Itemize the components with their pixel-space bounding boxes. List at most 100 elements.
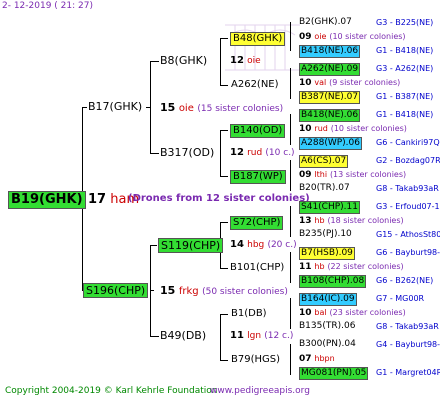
g4-info: 10 bal (23 sister colonies) [299, 307, 406, 319]
sire-info: 15 oie (15 sister colonies) [160, 101, 283, 116]
g4-info: 10 val (9 sister colonies) [299, 77, 400, 89]
g4-info: 10 rud (10 sister colonies) [299, 123, 407, 135]
g3-queen-b140[interactable]: B140(OD) [230, 124, 286, 138]
g3-queen-b79[interactable]: B79(HGS) [231, 354, 280, 366]
g4-number: 13 [299, 216, 312, 226]
g4-colonies: (13 sister colonies) [329, 170, 407, 179]
g4-colonies: (9 sister colonies) [329, 78, 401, 87]
g4-queen-top[interactable]: A262(NE).09 [299, 63, 361, 76]
g4-queen-top[interactable]: A6(CS).07 [299, 155, 349, 168]
connector [290, 114, 291, 145]
connector [150, 336, 159, 337]
g4-tag: val [314, 78, 327, 87]
connector [220, 360, 228, 361]
dam-colonies: (50 sister colonies) [202, 287, 288, 297]
connector [220, 38, 221, 85]
g2-info-b317: 12 rud (10 c.) [230, 147, 295, 159]
g2-info-s119: 14 hbg (20 c.) [230, 239, 297, 251]
connector [290, 68, 291, 99]
sire-queen[interactable]: B17(GHK) [88, 100, 142, 113]
connector [290, 252, 291, 283]
g4-lineage-bottom: G1 - B418(NE) [376, 46, 434, 55]
g4-number: 10 [299, 124, 312, 134]
g3-queen-a262[interactable]: A262(NE) [231, 79, 279, 91]
g4-queen-bottom[interactable]: B20(TR).07 [299, 183, 350, 194]
g4-lineage-bottom: G8 - Takab93aR [376, 322, 439, 331]
g4-lineage-bottom: G8 - Takab93aR [376, 184, 439, 193]
dam-tag: frkg [178, 286, 199, 297]
g4-colonies: (23 sister colonies) [329, 308, 406, 317]
connector [220, 130, 228, 131]
g3-queen-b187[interactable]: B187(WP) [230, 170, 286, 184]
g4-queen-bottom[interactable]: B418(NE).06 [299, 45, 361, 58]
g4-queen-top[interactable]: S41(CHP).11 [299, 201, 360, 214]
connector [150, 153, 159, 154]
g4-queen-bottom[interactable]: B387(NE).07 [299, 91, 361, 104]
g2-queen-s119[interactable]: S119(CHP) [158, 238, 224, 253]
connector [146, 107, 150, 108]
g4-info: 07 hbpn [299, 353, 335, 365]
g4-info: 09 lthi (13 sister colonies) [299, 169, 406, 181]
g4-number: 10 [299, 308, 312, 318]
g4-info: 13 hb (18 sister colonies) [299, 215, 404, 227]
copyright-text: Copyright 2004-2019 © Karl Kehrle Founda… [5, 386, 218, 396]
connector [220, 222, 228, 223]
g4-queen-top[interactable]: B418(NE).06 [299, 109, 361, 122]
g4-tag: oie [314, 32, 327, 41]
connector [290, 344, 291, 375]
connector [150, 290, 154, 291]
g2-number: 12 [230, 147, 244, 158]
connector [220, 176, 228, 177]
g4-queen-top[interactable]: B2(GHK).07 [299, 17, 352, 28]
g2-tag: oie [247, 56, 261, 66]
connector [220, 38, 228, 39]
g4-queen-top[interactable]: B300(PN).04 [299, 339, 356, 350]
g4-lineage-bottom: G6 - Cankiri97Q [376, 138, 440, 147]
g4-lineage-top: G7 - MG00R [376, 294, 425, 303]
root-queen[interactable]: B19(GHK) [8, 191, 86, 209]
g4-colonies: (10 sister colonies) [330, 124, 407, 133]
g3-queen-b101[interactable]: B101(CHP) [230, 262, 284, 274]
connector [150, 245, 157, 246]
g3-queen-s72[interactable]: S72(CHP) [230, 216, 284, 230]
g4-queen-bottom[interactable]: B108(CHP).08 [299, 275, 367, 288]
g4-lineage-bottom: G15 - AthosSt80R [376, 230, 440, 239]
g4-colonies: (18 sister colonies) [327, 216, 404, 225]
g2-tag: lgn [247, 331, 262, 341]
dam-queen[interactable]: S196(CHP) [83, 283, 149, 298]
g4-queen-top[interactable]: B7(HSB).09 [299, 247, 355, 260]
connector [220, 314, 221, 361]
g4-number: 07 [299, 354, 312, 364]
g3-queen-b48[interactable]: B48(GHK) [230, 32, 286, 46]
g4-queen-top[interactable]: B164(IC).09 [299, 293, 357, 306]
g4-queen-bottom[interactable]: A288(WP).06 [299, 137, 362, 150]
g2-info-b8: 12 oie [230, 55, 261, 67]
g4-tag: hb [314, 216, 325, 225]
g4-lineage-top: G4 - Bayburt98-3 [376, 340, 440, 349]
g4-colonies: (10 sister colonies) [329, 32, 406, 41]
connector [220, 314, 228, 315]
g4-queen-bottom[interactable]: MG081(PN).05 [299, 367, 369, 380]
site-link[interactable]: www.pedigreeapis.org [210, 386, 310, 396]
connector [220, 268, 228, 269]
g4-queen-bottom[interactable]: B135(TR).06 [299, 321, 355, 332]
g4-tag: rud [314, 124, 328, 133]
connector [150, 245, 151, 337]
g4-lineage-top: G2 - Bozdag07R [376, 156, 440, 165]
g4-lineage-top: G3 - A262(NE) [376, 64, 434, 73]
g4-queen-bottom[interactable]: B235(PJ).10 [299, 229, 352, 240]
g4-info: 09 oie (10 sister colonies) [299, 31, 406, 43]
g2-number: 11 [230, 330, 244, 341]
g4-lineage-bottom: G1 - B387(NE) [376, 92, 434, 101]
g4-number: 10 [299, 78, 312, 88]
g3-queen-b1[interactable]: B1(DB) [231, 308, 267, 320]
g2-queen-b8[interactable]: B8(GHK) [160, 54, 207, 67]
timestamp: 2- 12-2019 ( 21: 27) [2, 1, 93, 11]
g2-queen-b49[interactable]: B49(DB) [160, 329, 206, 342]
g4-lineage-top: G3 - Erfoud07-1Q [376, 202, 440, 211]
sire-colonies: (15 sister colonies) [197, 104, 284, 114]
connector [290, 22, 291, 51]
g2-queen-b317[interactable]: B317(OD) [160, 146, 214, 159]
g4-tag: bal [314, 308, 327, 317]
g4-number: 09 [299, 170, 312, 180]
